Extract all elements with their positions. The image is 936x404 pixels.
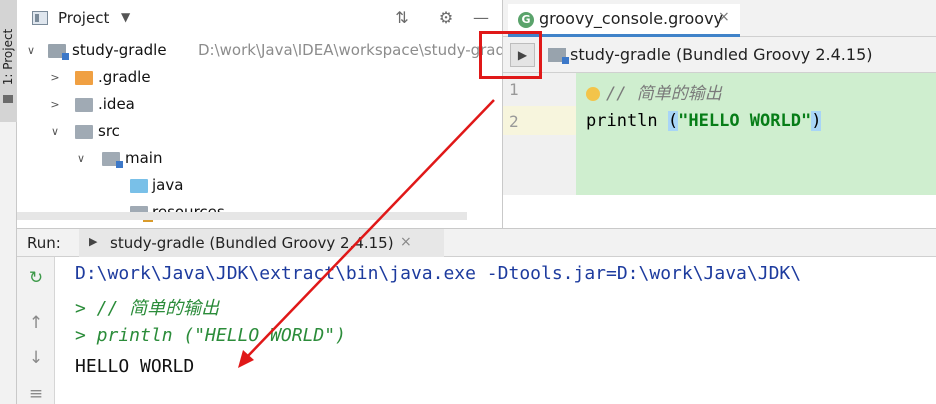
- groovy-file-icon: G: [518, 12, 534, 28]
- tab-groovy-console[interactable]: G groovy_console.groovy ×: [508, 4, 740, 37]
- tree-item-main[interactable]: ∨ main: [17, 145, 502, 172]
- tree-item-project-root[interactable]: ∨ study-gradle D:\work\Java\IDEA\workspa…: [17, 37, 505, 64]
- chevron-down-icon[interactable]: ∨: [24, 37, 38, 64]
- code-string: "HELLO WORLD": [678, 111, 812, 131]
- console-line: > println ("HELLO WORLD"): [75, 325, 346, 346]
- module-selector[interactable]: study-gradle (Bundled Groovy 2.4.15): [570, 45, 872, 64]
- arrow-up-icon[interactable]: ↑: [25, 312, 47, 334]
- tree-item-gradle[interactable]: > .gradle: [17, 64, 502, 91]
- horizontal-scrollbar[interactable]: [17, 212, 467, 220]
- tree-item-label: java: [152, 176, 184, 194]
- code-line-2: println ("HELLO WORLD"): [586, 111, 822, 131]
- line-number: 2: [509, 112, 519, 131]
- run-side-toolbar: ↻ ↑ ↓ ≡: [17, 257, 55, 404]
- collapse-icon[interactable]: ⇅: [392, 8, 412, 28]
- tree-item-src[interactable]: ∨ src: [17, 118, 502, 145]
- project-panel-header: Project ▼ ⇅ ⚙ —: [17, 0, 502, 37]
- groovy-console-toolbar: ▶ study-gradle (Bundled Groovy 2.4.15): [503, 37, 936, 73]
- folder-icon: [75, 125, 93, 139]
- line-number: 1: [509, 80, 519, 99]
- code-editor[interactable]: // 简单的输出 println ("HELLO WORLD"): [576, 73, 936, 195]
- run-config-icon: ▶: [89, 235, 98, 248]
- code-function: println: [586, 111, 668, 131]
- tree-item-idea[interactable]: > .idea: [17, 91, 502, 118]
- code-comment: // 简单的输出: [606, 84, 722, 104]
- tree-item-label: study-gradle: [72, 41, 167, 59]
- code-paren-open: (: [667, 111, 679, 131]
- console-line: > // 简单的输出: [75, 298, 220, 319]
- close-icon[interactable]: ×: [400, 234, 412, 250]
- folder-icon: [75, 71, 93, 85]
- run-panel-label: Run:: [27, 234, 61, 252]
- annotation-highlight-box: [479, 31, 542, 79]
- tab-label: groovy_console.groovy: [539, 9, 724, 28]
- code-paren-close: ): [811, 111, 822, 131]
- console-line: HELLO WORLD: [75, 356, 195, 377]
- folder-icon: [75, 98, 93, 112]
- editor-panel: G groovy_console.groovy × ▶ study-gradle…: [503, 0, 936, 228]
- close-icon[interactable]: ×: [718, 9, 730, 25]
- editor-tab-bar: G groovy_console.groovy ×: [503, 0, 936, 37]
- gear-icon[interactable]: ⚙: [436, 8, 456, 28]
- run-panel-header: Run: ▶ study-gradle (Bundled Groovy 2.4.…: [17, 229, 936, 257]
- run-panel: Run: ▶ study-gradle (Bundled Groovy 2.4.…: [17, 228, 936, 404]
- project-tool-tab-label: 1: Project: [1, 28, 15, 86]
- folder-icon: [3, 95, 13, 103]
- tree-item-label: main: [125, 149, 163, 167]
- tree-item-label: .gradle: [98, 68, 151, 86]
- project-panel: Project ▼ ⇅ ⚙ — ∨ study-gradle D:\work\J…: [17, 0, 505, 228]
- chevron-right-icon[interactable]: >: [48, 91, 62, 118]
- chevron-down-icon[interactable]: ∨: [48, 118, 62, 145]
- project-view-icon: [32, 11, 48, 25]
- rerun-icon[interactable]: ↻: [25, 267, 47, 289]
- minimize-icon[interactable]: —: [471, 8, 491, 28]
- chevron-right-icon[interactable]: >: [48, 64, 62, 91]
- source-root-folder-icon: [102, 152, 123, 168]
- console-output[interactable]: D:\work\Java\JDK\extract\bin\java.exe -D…: [55, 257, 936, 404]
- project-path: D:\work\Java\IDEA\workspace\study-grad: [198, 41, 506, 59]
- project-tool-tab[interactable]: 1: Project: [0, 0, 17, 122]
- chevron-down-icon[interactable]: ∨: [74, 145, 88, 172]
- chevron-down-icon[interactable]: ▼: [121, 10, 130, 24]
- run-tab[interactable]: ▶ study-gradle (Bundled Groovy 2.4.15) ×: [79, 229, 444, 257]
- soft-wrap-icon[interactable]: ≡: [25, 383, 47, 404]
- tree-item-label: .idea: [98, 95, 135, 113]
- arrow-down-icon[interactable]: ↓: [25, 347, 47, 369]
- lightbulb-icon[interactable]: [586, 87, 600, 101]
- source-folder-icon: [130, 179, 148, 193]
- tree-item-label: src: [98, 122, 120, 140]
- tree-item-java[interactable]: java: [17, 172, 502, 199]
- project-folder-icon: [48, 44, 69, 60]
- left-tool-strip: 1: Project: [0, 0, 17, 404]
- console-line: D:\work\Java\JDK\extract\bin\java.exe -D…: [75, 263, 802, 284]
- run-tab-label: study-gradle (Bundled Groovy 2.4.15): [110, 234, 394, 252]
- code-line-1: // 简单的输出: [586, 79, 722, 104]
- project-folder-icon: [548, 48, 569, 64]
- line-gutter: 1 2: [503, 73, 576, 195]
- project-view-selector[interactable]: Project: [58, 9, 109, 27]
